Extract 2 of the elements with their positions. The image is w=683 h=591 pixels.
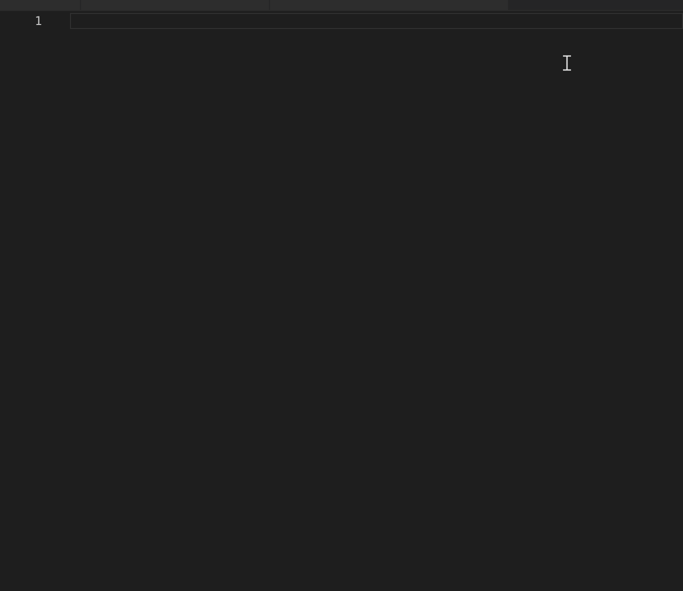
line-number: 1 <box>34 14 42 28</box>
text-cursor-icon <box>562 55 572 71</box>
